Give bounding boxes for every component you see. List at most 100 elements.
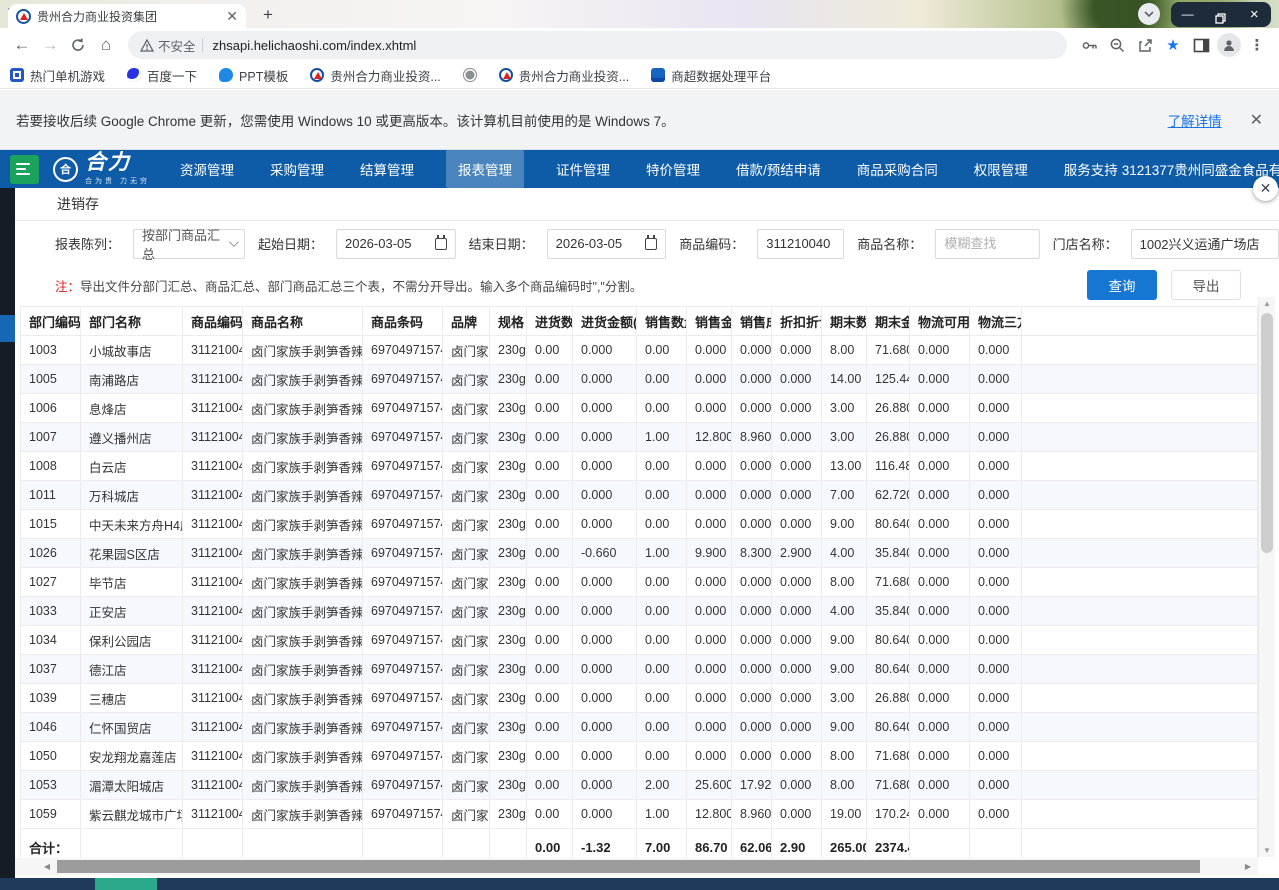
sidebar-active-segment[interactable] — [0, 315, 15, 342]
cell: 1011 — [21, 481, 81, 510]
scroll-up-icon[interactable]: ▲ — [1259, 299, 1275, 308]
back-icon[interactable]: ← — [8, 31, 36, 59]
minimize-icon[interactable]: — — [1173, 2, 1203, 27]
bookmark-item[interactable]: 贵州合力商业投资... — [310, 66, 440, 85]
cell: 0.000 — [772, 742, 822, 771]
tab-close-icon[interactable]: ✕ — [226, 9, 238, 23]
cell: 万科城店 — [81, 481, 183, 510]
store-name-label: 门店名称： — [1053, 234, 1118, 253]
report-display-select[interactable]: 按部门商品汇总 — [133, 229, 245, 259]
nav-item-5[interactable]: 特价管理 — [642, 150, 704, 188]
cell: 14.00 — [822, 365, 867, 394]
cell: 0.000 — [910, 568, 970, 597]
cell: 80.640 — [867, 655, 910, 684]
query-button[interactable]: 查询 — [1087, 270, 1157, 300]
bookmark-star-icon[interactable]: ★ — [1159, 31, 1187, 59]
cell: 230g — [490, 742, 527, 771]
home-icon[interactable]: ⌂ — [92, 31, 120, 59]
nav-item-9[interactable]: 服务支持 — [1060, 150, 1122, 188]
cell: 4.00 — [822, 539, 867, 568]
bookmark-item[interactable]: PPT模板 — [219, 66, 288, 85]
zoom-out-icon[interactable] — [1103, 31, 1131, 59]
bookmark-item[interactable] — [463, 68, 477, 82]
col-header-8: 进货金额(含税) — [573, 307, 637, 336]
taskbar-app-button[interactable] — [95, 878, 157, 890]
reload-icon[interactable] — [64, 31, 92, 59]
learn-more-link[interactable]: 了解详情 — [1168, 110, 1222, 130]
forward-icon[interactable]: → — [36, 31, 64, 59]
vertical-scroll-thumb[interactable] — [1261, 313, 1273, 553]
nav-hamburger-icon[interactable] — [10, 155, 39, 184]
table-row: 1008白云店311210040卤门家族手剥笋香辣味230g6970497157… — [21, 452, 1258, 481]
warning-close-icon[interactable]: ✕ — [1250, 110, 1263, 130]
cell: 0.000 — [573, 742, 637, 771]
cell: 0.00 — [637, 626, 687, 655]
scroll-right-icon[interactable]: ▶ — [1240, 858, 1256, 875]
nav-item-7[interactable]: 商品采购合同 — [853, 150, 942, 188]
col-header-15: 物流可用库存 — [910, 307, 970, 336]
cell: 6970497157461 — [363, 568, 443, 597]
horizontal-scroll-thumb[interactable] — [57, 860, 1200, 873]
address-bar[interactable]: 不安全 zhsapi.helichaoshi.com/index.xhtml — [128, 31, 1067, 59]
bookmark-item[interactable]: 百度一下 — [127, 66, 197, 85]
export-button[interactable]: 导出 — [1171, 270, 1241, 300]
bookmark-item[interactable]: 贵州合力商业投资... — [499, 66, 629, 85]
tab-search-chevron-icon[interactable] — [1138, 3, 1160, 25]
note-prefix: 注： — [55, 280, 80, 294]
cell: 卤门家族 — [443, 452, 490, 481]
horizontal-scrollbar[interactable]: ◀ ▶ — [15, 858, 1258, 875]
cell: 311210040 — [183, 626, 243, 655]
cell: 0.000 — [910, 742, 970, 771]
cell: 71.680 — [867, 742, 910, 771]
browser-tab[interactable]: 贵州合力商业投资集团 ✕ — [8, 4, 246, 28]
scroll-down-icon[interactable]: ▼ — [1259, 846, 1275, 855]
security-label[interactable]: 不安全 — [158, 36, 196, 55]
bookmark-item[interactable]: 热门单机游戏 — [10, 66, 105, 85]
cell: 6970497157461 — [363, 394, 443, 423]
end-date-input[interactable]: 2026-03-05 — [547, 229, 667, 259]
nav-item-6[interactable]: 借款/预结申请 — [732, 150, 825, 188]
vertical-scrollbar[interactable]: ▲ ▼ — [1258, 297, 1275, 857]
nav-item-3[interactable]: 报表管理 — [446, 150, 524, 188]
side-panel-icon[interactable] — [1187, 31, 1215, 59]
cell: 1033 — [21, 597, 81, 626]
bookmark-item[interactable]: 商超数据处理平台 — [651, 66, 771, 85]
restore-icon[interactable] — [1206, 6, 1236, 24]
nav-item-1[interactable]: 采购管理 — [266, 150, 328, 188]
cell: 0.000 — [970, 800, 1022, 829]
nav-item-4[interactable]: 证件管理 — [552, 150, 614, 188]
close-window-icon[interactable]: × — [1239, 2, 1269, 27]
product-name-input[interactable] — [944, 236, 1030, 251]
new-tab-button[interactable]: + — [256, 4, 280, 28]
chrome-menu-icon[interactable]: ⋮ — [1243, 31, 1271, 59]
cell: 6970497157461 — [363, 452, 443, 481]
store-name-input[interactable] — [1140, 236, 1270, 251]
cell: 0.00 — [527, 771, 573, 800]
product-code-input[interactable] — [766, 236, 835, 251]
table-row: 1006息烽店311210040卤门家族手剥笋香辣味230g6970497157… — [21, 394, 1258, 423]
start-date-input[interactable]: 2026-03-05 — [336, 229, 456, 259]
share-icon[interactable] — [1131, 31, 1159, 59]
nav-item-2[interactable]: 结算管理 — [356, 150, 418, 188]
cell: 遵义播州店 — [81, 423, 183, 452]
cell: 1046 — [21, 713, 81, 742]
cell: 0.000 — [910, 365, 970, 394]
cell: 0.00 — [637, 684, 687, 713]
cell: 0.000 — [687, 684, 732, 713]
cell-filler — [1022, 713, 1258, 742]
nav-item-8[interactable]: 权限管理 — [970, 150, 1032, 188]
password-key-icon[interactable] — [1075, 31, 1103, 59]
scroll-left-icon[interactable]: ◀ — [39, 858, 55, 875]
globe-icon — [463, 68, 477, 82]
profile-avatar-icon[interactable] — [1215, 31, 1243, 59]
cell: 35.840 — [867, 539, 910, 568]
page-tab-label[interactable]: 进销存 — [57, 196, 99, 212]
cell: 0.000 — [573, 452, 637, 481]
product-code-label: 商品编码： — [679, 234, 744, 253]
collapsed-sidebar[interactable] — [0, 188, 15, 878]
table-body: 1003小城故事店311210040卤门家族手剥笋香辣味230g69704971… — [21, 336, 1258, 866]
nav-item-0[interactable]: 资源管理 — [176, 150, 238, 188]
panel-close-button[interactable]: ✕ — [1253, 176, 1278, 201]
cell: 230g — [490, 452, 527, 481]
url-text[interactable]: zhsapi.helichaoshi.com/index.xhtml — [213, 38, 417, 53]
